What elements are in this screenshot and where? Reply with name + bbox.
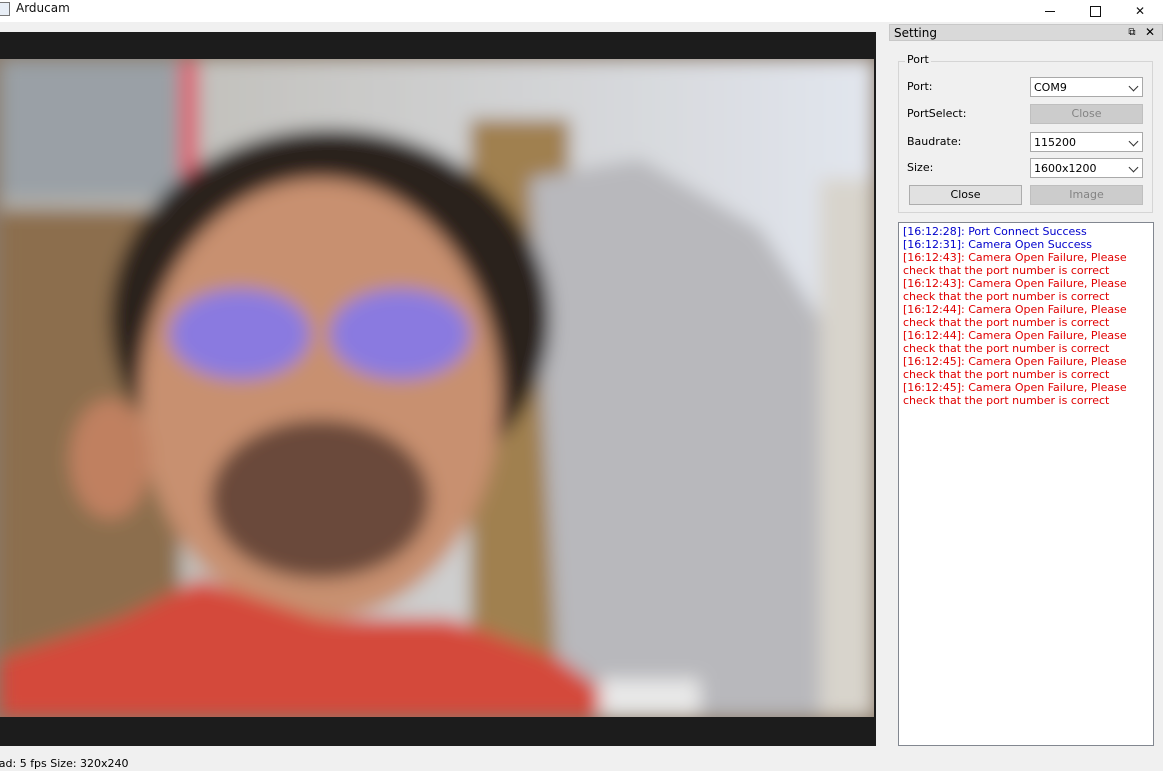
close-window-button[interactable]: ✕ (1117, 0, 1163, 22)
image-button[interactable]: Image (1030, 185, 1143, 205)
log-entry: [16:12:44]: Camera Open Failure, Please … (903, 329, 1127, 355)
log-entry: [16:12:43]: Camera Open Failure, Please … (903, 277, 1127, 303)
window-title: Arducam (16, 1, 70, 15)
setting-panel-header[interactable]: Setting ⧉ ✕ (889, 24, 1163, 41)
port-combobox[interactable]: COM9 (1030, 77, 1143, 97)
minimize-icon (1045, 11, 1055, 12)
setting-panel-title: Setting (894, 26, 937, 40)
log-output[interactable]: [16:12:28]: Port Connect Success [16:12:3… (898, 222, 1154, 746)
dock-float-icon[interactable]: ⧉ (1126, 27, 1138, 39)
minimize-button[interactable] (1027, 0, 1073, 22)
maximize-button[interactable] (1072, 0, 1118, 22)
baudrate-label: Baudrate: (907, 135, 962, 148)
camera-image (0, 59, 874, 717)
port-value: COM9 (1034, 81, 1067, 94)
log-entry: [16:12:45]: Camera Open Failure, Please … (903, 381, 1127, 407)
log-entry: [16:12:31]: Camera Open Success (903, 238, 1093, 251)
portselect-close-button[interactable]: Close (1030, 104, 1143, 124)
setting-panel: Setting ⧉ ✕ Port Port: COM9 PortSelect: … (889, 24, 1163, 748)
app-icon (0, 2, 10, 16)
close-icon: ✕ (1134, 4, 1146, 18)
size-value: 1600x1200 (1034, 162, 1097, 175)
dock-close-icon[interactable]: ✕ (1144, 26, 1156, 38)
portselect-label: PortSelect: (907, 107, 967, 120)
title-bar: Arducam ✕ (0, 0, 1165, 22)
camera-close-button[interactable]: Close (909, 185, 1022, 205)
baudrate-value: 115200 (1034, 136, 1076, 149)
camera-viewer (0, 32, 876, 746)
chevron-down-icon (1128, 162, 1139, 173)
baudrate-combobox[interactable]: 115200 (1030, 132, 1143, 152)
log-entry: [16:12:28]: Port Connect Success (903, 225, 1087, 238)
log-entry: [16:12:45]: Camera Open Failure, Please … (903, 355, 1127, 381)
port-group-title: Port (905, 53, 931, 66)
size-combobox[interactable]: 1600x1200 (1030, 158, 1143, 178)
port-label: Port: (907, 80, 933, 93)
chevron-down-icon (1128, 81, 1139, 92)
log-entry: [16:12:44]: Camera Open Failure, Please … (903, 303, 1127, 329)
maximize-icon (1089, 6, 1101, 17)
chevron-down-icon (1128, 136, 1139, 147)
size-label: Size: (907, 161, 934, 174)
status-bar-text: ead: 5 fps Size: 320x240 (0, 757, 129, 770)
log-entry: [16:12:43]: Camera Open Failure, Please … (903, 251, 1127, 277)
